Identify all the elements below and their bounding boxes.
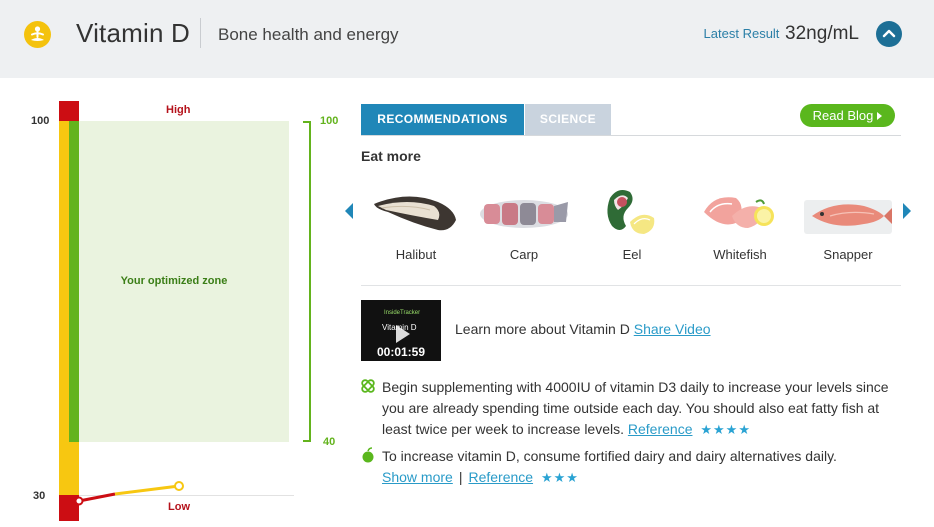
header-divider <box>200 18 201 48</box>
tab-underline <box>361 135 901 136</box>
read-blog-label: Read Blog <box>812 108 874 123</box>
caret-right-icon <box>877 112 883 120</box>
latest-result-label: Latest Result <box>703 26 780 41</box>
recommendation-text: To increase vitamin D, consume fortified… <box>382 448 837 464</box>
apple-icon <box>362 447 374 463</box>
latest-result-point[interactable] <box>174 481 184 491</box>
food-name: Whitefish <box>713 247 767 262</box>
share-video-link[interactable]: Share Video <box>634 321 711 337</box>
food-item-whitefish[interactable]: Whitefish <box>690 182 790 268</box>
latest-result: Latest Result 32ng/mL <box>704 22 859 44</box>
video-duration: 00:01:59 <box>376 345 426 359</box>
play-icon <box>396 325 410 343</box>
food-item-eel[interactable]: Eel <box>582 182 682 268</box>
evidence-stars: ★★★★ <box>700 422 751 437</box>
reference-link[interactable]: Reference <box>628 421 693 437</box>
food-name: Carp <box>509 247 539 262</box>
carp-image <box>480 200 568 228</box>
recommendation-item: To increase vitamin D, consume fortified… <box>382 446 912 488</box>
food-item-snapper[interactable]: Snapper <box>798 182 898 268</box>
food-name: Halibut <box>395 247 437 262</box>
video-description: Learn more about Vitamin D Share Video <box>455 321 711 337</box>
latest-result-value: 32ng/mL <box>785 23 859 44</box>
food-name: Snapper <box>823 247 873 262</box>
collapse-button[interactable] <box>876 21 902 47</box>
read-blog-button[interactable]: Read Blog <box>800 104 895 127</box>
halibut-image <box>374 196 456 231</box>
whitefish-image <box>704 197 774 228</box>
video-brand: InsideTracker <box>384 310 421 316</box>
page-title: Vitamin D <box>76 18 191 48</box>
food-item-carp[interactable]: Carp <box>474 182 574 268</box>
supplement-icon <box>361 379 375 393</box>
previous-result-point <box>74 496 84 506</box>
video-thumbnail[interactable]: InsideTracker Vitamin D 00:01:59 <box>361 300 441 361</box>
video-description-text: Learn more about Vitamin D <box>455 321 630 337</box>
evidence-stars: ★★★ <box>540 470 579 485</box>
link-separator: | <box>458 469 463 485</box>
eat-more-heading: Eat more <box>361 148 421 164</box>
carousel-next-icon[interactable] <box>903 203 911 219</box>
chevron-up-icon <box>882 29 896 38</box>
page-subtitle: Bone health and energy <box>218 25 399 44</box>
reference-link[interactable]: Reference <box>468 469 533 485</box>
result-trend-line <box>74 481 184 506</box>
biomarker-header: Vitamin D Bone health and energy Latest … <box>0 0 934 78</box>
eel-image <box>607 190 655 234</box>
section-divider <box>361 285 901 286</box>
food-item-halibut[interactable]: Halibut <box>366 182 466 268</box>
meditation-icon <box>24 21 51 48</box>
snapper-image <box>804 200 892 234</box>
show-more-link[interactable]: Show more <box>382 469 453 485</box>
tab-science[interactable]: SCIENCE <box>525 104 611 135</box>
recommendation-item: Begin supplementing with 4000IU of vitam… <box>382 377 912 440</box>
carousel-prev-icon[interactable] <box>345 203 353 219</box>
tab-recommendations[interactable]: RECOMMENDATIONS <box>361 104 524 135</box>
food-name: Eel <box>622 247 642 262</box>
result-gauge: 100 30 Your optimized zone High Low 100 … <box>0 78 360 527</box>
